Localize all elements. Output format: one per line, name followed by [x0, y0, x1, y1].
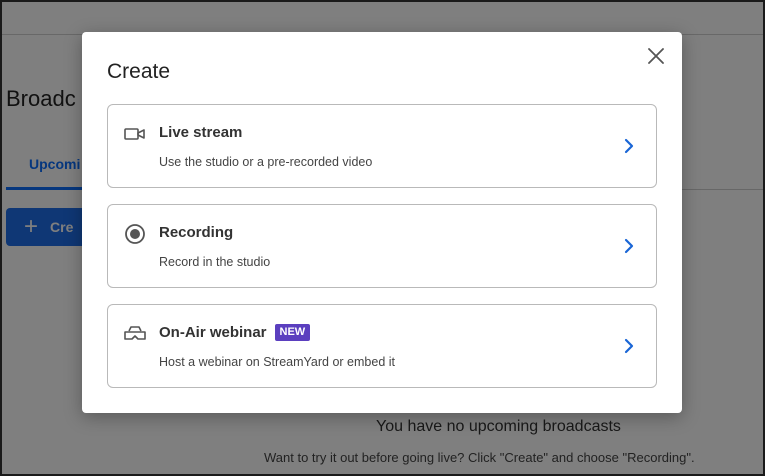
option-title: Live stream: [159, 124, 242, 141]
new-badge: NEW: [274, 324, 311, 341]
close-icon: [648, 48, 664, 64]
video-camera-icon: [124, 123, 146, 145]
app-window: Broadc Upcomi + Cre You have no upcoming…: [0, 0, 765, 476]
create-dialog: Create Live stream Use the studio or a p…: [82, 32, 682, 413]
option-title-text: Live stream: [159, 124, 243, 141]
option-title: On-Air webinar NEW: [159, 324, 311, 341]
chevron-right-icon: [624, 238, 634, 254]
option-description: Host a webinar on StreamYard or embed it: [159, 355, 395, 369]
option-title: Recording: [159, 224, 233, 241]
chevron-right-icon: [624, 338, 634, 354]
chevron-right-icon: [624, 138, 634, 154]
dialog-title: Create: [107, 60, 171, 83]
option-title-text: On-Air webinar: [159, 324, 267, 341]
close-button[interactable]: [644, 44, 668, 68]
record-icon: [124, 223, 146, 245]
option-on-air-webinar[interactable]: On-Air webinar NEW Host a webinar on Str…: [107, 304, 657, 388]
option-description: Record in the studio: [159, 255, 271, 269]
option-live-stream[interactable]: Live stream Use the studio or a pre-reco…: [107, 104, 657, 188]
vr-headset-icon: [124, 323, 146, 345]
option-description: Use the studio or a pre-recorded video: [159, 155, 373, 169]
option-recording[interactable]: Recording Record in the studio: [107, 204, 657, 288]
option-title-text: Recording: [159, 224, 234, 241]
